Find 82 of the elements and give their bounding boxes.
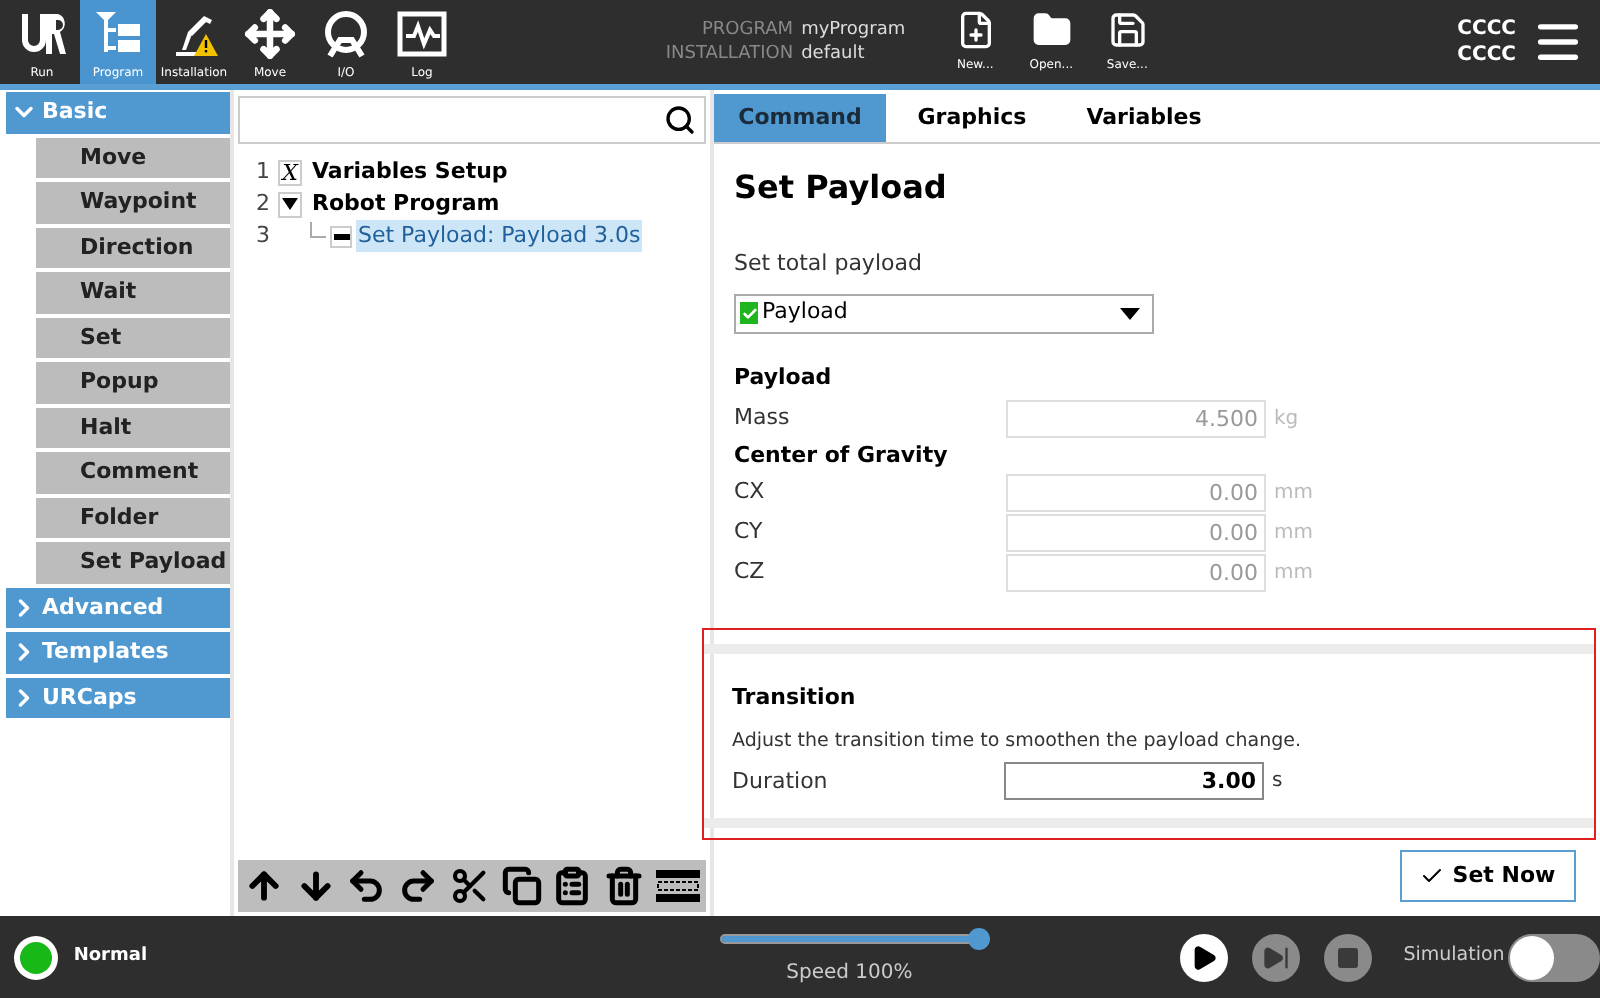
new-file-icon [955,10,996,50]
unit-label: mm [1274,480,1313,508]
clipboard-icon[interactable] [552,866,593,906]
command-item[interactable]: Direction [36,227,230,268]
dropdown-label: Set total payload [734,248,924,280]
simulation-label: Simulation [1403,942,1505,971]
info-label: INSTALLATION [663,42,794,66]
tree-connector [310,222,326,238]
stop-icon [1335,945,1360,969]
set-now-button[interactable]: Set Now [1400,850,1576,902]
speed-label: Speed 100% [786,959,913,987]
number-field: 0.00 [1006,474,1266,512]
category-label: Templates [42,636,169,668]
page-title: Set Payload [734,166,949,210]
field-label: CX [734,476,767,509]
number-field: 0.00 [1006,554,1266,592]
field-label: Duration [732,765,830,797]
node-icon [330,225,352,247]
search-field[interactable] [238,96,706,144]
tree-item[interactable]: Robot Program [310,187,502,221]
undo-icon[interactable] [346,866,387,906]
variable-icon: X [278,159,302,185]
command-item[interactable]: Popup [36,362,230,403]
field-label: Mass [734,401,792,434]
graph-window-icon [396,8,448,60]
status-label: Normal [73,943,150,970]
category-label: URCaps [42,681,137,713]
number-field[interactable]: 3.00 [1004,762,1264,801]
status-code: CCCC [1457,16,1516,42]
command-item[interactable]: Folder [36,497,230,538]
field-label: CZ [734,556,767,589]
line-number: 2 [254,187,272,220]
simulation-toggle[interactable] [1508,933,1600,981]
folder-icon [1031,10,1072,50]
category-label: Advanced [42,591,164,623]
description-text: Adjust the transition time to smoothen the payload change. [732,727,1303,755]
command-item[interactable]: Waypoint [36,182,230,223]
tab[interactable]: Variables [1058,94,1230,142]
info-label: PROGRAM [700,18,794,42]
section-heading: Payload [734,361,834,393]
unit-label: mm [1274,560,1313,588]
info-value: myProgram [801,18,906,42]
play-button[interactable] [1179,933,1228,981]
field-label: CY [734,516,765,549]
number-field: 0.00 [1006,514,1266,552]
tab[interactable]: Graphics [886,94,1058,142]
line-number: 1 [254,155,272,188]
line-number: 3 [254,219,272,252]
unit-label: s [1272,768,1283,797]
command-item[interactable]: Move [36,137,230,178]
trash-icon[interactable] [604,866,645,906]
command-item[interactable]: Comment [36,452,230,493]
scissors-icon[interactable] [449,866,490,906]
unit-label: mm [1274,520,1313,548]
redo-icon[interactable] [398,866,439,906]
category-label: Basic [42,96,108,128]
status-indicator [14,935,58,979]
command-item[interactable]: Set Payload [36,542,230,583]
number-field: 4.500 [1006,399,1266,437]
copy-icon[interactable] [501,866,542,906]
tree-item[interactable]: Variables Setup [310,155,510,189]
command-item[interactable]: Halt [36,407,230,448]
play-icon [1189,943,1218,971]
tree-item[interactable]: Set Payload: Payload 3.0s [356,219,643,253]
status-code: CCCC [1457,42,1516,68]
section-heading: Center of Gravity [734,440,950,472]
logo-icon [16,8,68,60]
payload-dropdown[interactable]: Payload [734,293,1154,333]
tab[interactable]: Command [714,94,886,142]
section-heading: Transition [732,682,858,714]
dropdown-arrow-icon [1120,307,1140,319]
info-value: default [801,42,865,66]
io-icon [320,8,372,60]
move-arrows-icon [244,8,296,60]
save-icon [1107,10,1148,50]
skip-icon [1261,943,1290,971]
command-item[interactable]: Set [36,317,230,358]
unit-label: kg [1274,405,1299,433]
check-icon [1420,864,1445,888]
search-icon[interactable] [664,104,696,136]
command-item[interactable]: Wait [36,272,230,313]
suppress-icon[interactable] [656,866,700,906]
